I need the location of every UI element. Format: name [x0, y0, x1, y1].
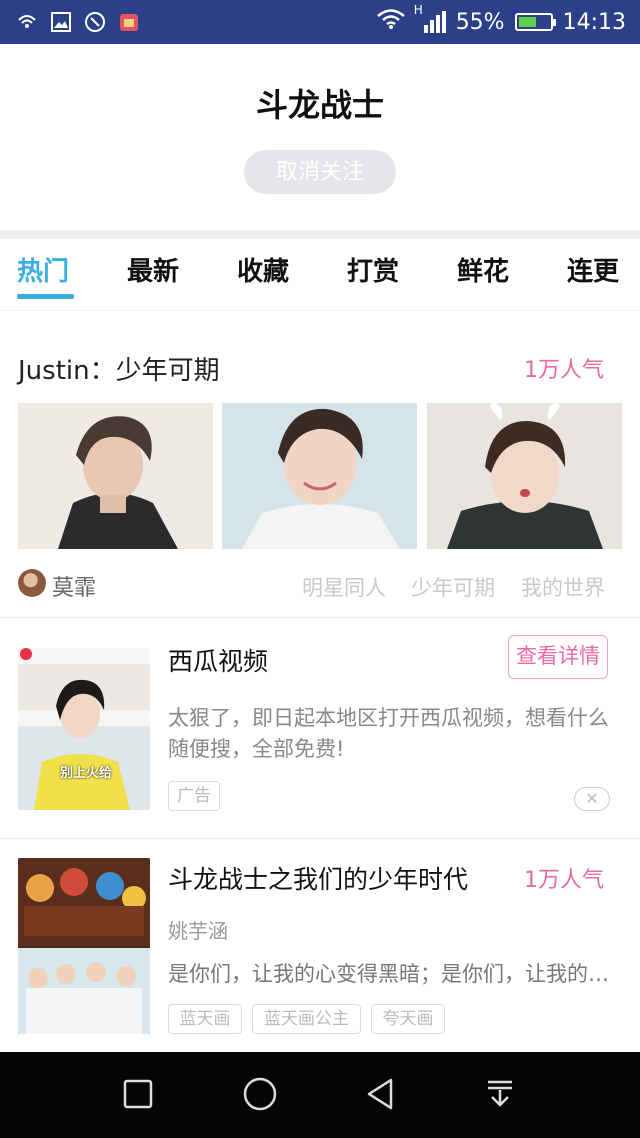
story-popularity: 1万人气	[524, 868, 604, 893]
app-icon	[118, 11, 140, 33]
author-avatar[interactable]	[18, 569, 46, 597]
ad-title: 西瓜视频	[168, 647, 269, 676]
featured-author[interactable]: 莫霏	[52, 570, 96, 602]
ad-thumbnail-caption: 别上火给	[60, 766, 113, 781]
story-tag-1[interactable]: 蓝天画	[168, 1004, 242, 1034]
status-bar: H 55% 14:13	[0, 0, 640, 44]
tab-bar: 热门 最新 收藏 打赏 鲜花 连更	[0, 239, 640, 311]
featured-tag-1[interactable]: 明星同人	[302, 572, 386, 602]
active-tab-indicator	[17, 294, 74, 299]
wifi-hotspot-icon	[16, 11, 38, 33]
close-ad-icon[interactable]: ✕	[574, 787, 610, 811]
tab-latest[interactable]: 最新	[127, 251, 179, 288]
scan-icon	[84, 11, 106, 33]
battery-icon	[514, 13, 556, 31]
unfollow-button[interactable]: 取消关注	[244, 150, 396, 194]
ad-tag: 广告	[168, 781, 220, 811]
network-type: H	[413, 3, 423, 17]
story-title: 斗龙战士之我们的少年时代	[168, 865, 469, 894]
ad-thumbnail[interactable]: 别上火给	[18, 634, 150, 810]
page-header: 斗龙战士 取消关注	[0, 44, 640, 230]
page-title: 斗龙战士	[255, 86, 384, 124]
story-thumbnail[interactable]	[18, 858, 150, 1034]
back-icon[interactable]	[358, 1072, 402, 1116]
home-icon[interactable]	[238, 1072, 282, 1116]
image-icon	[50, 11, 72, 33]
section-divider	[0, 230, 640, 239]
story-author[interactable]: 姚芋涵	[168, 915, 228, 944]
tab-favorites[interactable]: 收藏	[237, 251, 289, 288]
ad-description: 太狠了，即日起本地区打开西瓜视频，想看什么随便搜，全部免费!	[168, 706, 609, 761]
tab-rewards[interactable]: 打赏	[347, 251, 399, 288]
view-details-button[interactable]: 查看详情	[508, 635, 608, 679]
recent-apps-icon[interactable]	[116, 1072, 160, 1116]
featured-title: Justin：少年可期	[18, 356, 220, 386]
signal-icon: H	[414, 3, 446, 33]
featured-tag-2[interactable]: 少年可期	[411, 572, 495, 602]
notification-pull-icon[interactable]	[478, 1072, 522, 1116]
tab-flowers[interactable]: 鲜花	[457, 251, 509, 288]
clock: 14:13	[562, 9, 626, 35]
row-divider	[0, 617, 640, 618]
featured-popularity: 1万人气	[524, 358, 604, 383]
featured-image-2[interactable]	[222, 403, 417, 549]
featured-tag-3[interactable]: 我的世界	[521, 572, 605, 602]
battery-percent: 55%	[455, 9, 505, 35]
system-nav-bar	[0, 1052, 640, 1138]
wifi-icon	[376, 8, 406, 36]
story-tag-2[interactable]: 蓝天画公主	[252, 1004, 361, 1034]
story-description: 是你们，让我的心变得黑暗；是你们，让我的心变得光明	[168, 962, 614, 986]
story-tag-3[interactable]: 夸天画	[371, 1004, 445, 1034]
row-divider	[0, 838, 640, 839]
featured-image-1[interactable]	[18, 403, 213, 549]
tab-serial[interactable]: 连更	[567, 251, 619, 288]
featured-image-3[interactable]	[427, 403, 622, 549]
tab-hot[interactable]: 热门	[17, 251, 69, 288]
